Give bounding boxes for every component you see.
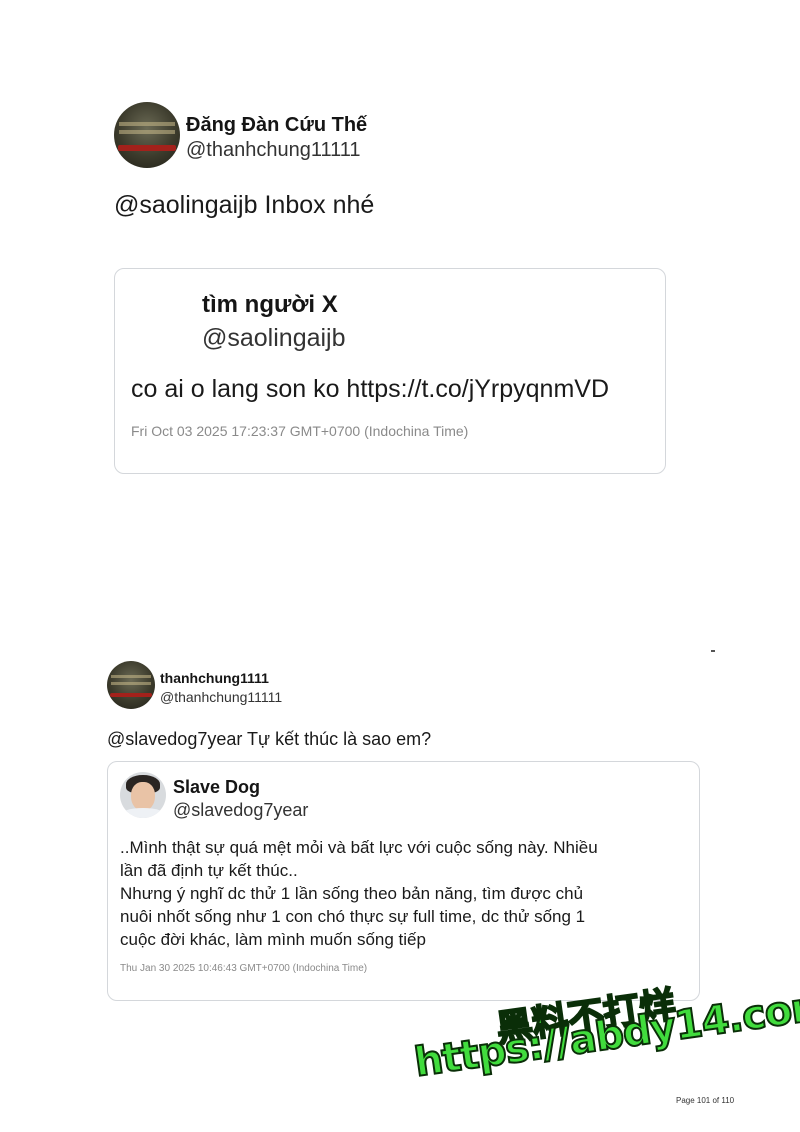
quoted-timestamp: Fri Oct 03 2025 17:23:37 GMT+0700 (Indoc… <box>131 423 469 439</box>
author-avatar <box>114 102 180 168</box>
quoted-author-avatar <box>120 772 166 818</box>
quoted-text-line: lần đã định tự kết thúc.. <box>120 861 298 880</box>
quoted-author-name: Slave Dog <box>173 777 261 797</box>
page-number: Page 101 of 110 <box>676 1096 735 1105</box>
scan-mark <box>711 650 715 652</box>
post-text: @slavedog7year Tự kết thúc là sao em? <box>107 729 432 749</box>
quoted-text: co ai o lang son ko https://t.co/jYrpyqn… <box>131 375 610 403</box>
author-handle: @thanhchung11111 <box>186 139 361 161</box>
quoted-text-line: cuộc đời khác, làm mình muốn sống tiếp <box>120 930 426 949</box>
quoted-text-line: Nhưng ý nghĩ dc thử 1 lần sống theo bản … <box>120 884 584 903</box>
author-handle: @thanhchung11111 <box>160 689 283 705</box>
quoted-author-handle: @saolingaijb <box>202 324 346 352</box>
post-text: @saolingaijb Inbox nhé <box>114 191 375 219</box>
author-avatar <box>107 661 155 709</box>
author-name: thanhchung1111 <box>160 670 269 686</box>
quoted-timestamp: Thu Jan 30 2025 10:46:43 GMT+0700 (Indoc… <box>120 963 368 974</box>
quoted-text-line: ..Mình thật sự quá mệt mỏi và bất lực vớ… <box>120 838 598 857</box>
quoted-post <box>114 268 666 474</box>
quoted-text-line: nuôi nhốt sống như 1 con chó thực sự ful… <box>120 907 586 926</box>
quoted-author-name: tìm người X <box>202 291 338 318</box>
author-name: Đăng Đàn Cứu Thế <box>186 114 368 136</box>
quoted-author-handle: @slavedog7year <box>173 800 309 820</box>
